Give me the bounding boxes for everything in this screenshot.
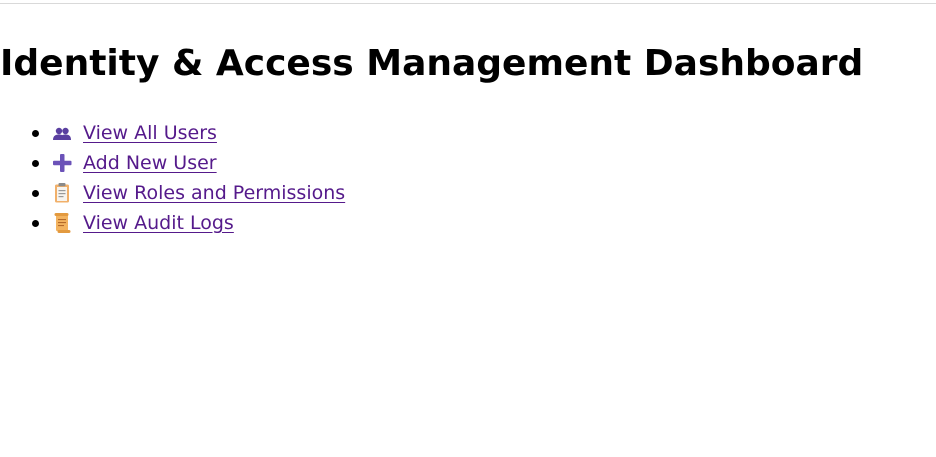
view-all-users-link[interactable]: View All Users	[50, 118, 217, 148]
menu-item-label: View All Users	[83, 122, 217, 144]
top-divider	[0, 3, 936, 4]
list-item: View Roles and Permissions	[31, 178, 345, 208]
view-audit-logs-link[interactable]: View Audit Logs	[50, 208, 234, 238]
list-item: Add New User	[31, 148, 345, 178]
list-item: View Audit Logs	[31, 208, 345, 238]
dashboard-menu: View All Users Add New User View Roles a…	[0, 118, 345, 238]
page-title: Identity & Access Management Dashboard	[0, 43, 864, 84]
list-item: View All Users	[31, 118, 345, 148]
add-new-user-link[interactable]: Add New User	[50, 148, 217, 178]
menu-item-label: View Audit Logs	[83, 212, 234, 234]
menu-item-label: View Roles and Permissions	[83, 182, 346, 204]
plus-icon	[50, 152, 74, 174]
clipboard-icon	[50, 182, 74, 204]
users-icon	[50, 122, 74, 144]
menu-item-label: Add New User	[83, 152, 217, 174]
view-roles-permissions-link[interactable]: View Roles and Permissions	[50, 178, 345, 208]
scroll-icon	[50, 212, 74, 234]
